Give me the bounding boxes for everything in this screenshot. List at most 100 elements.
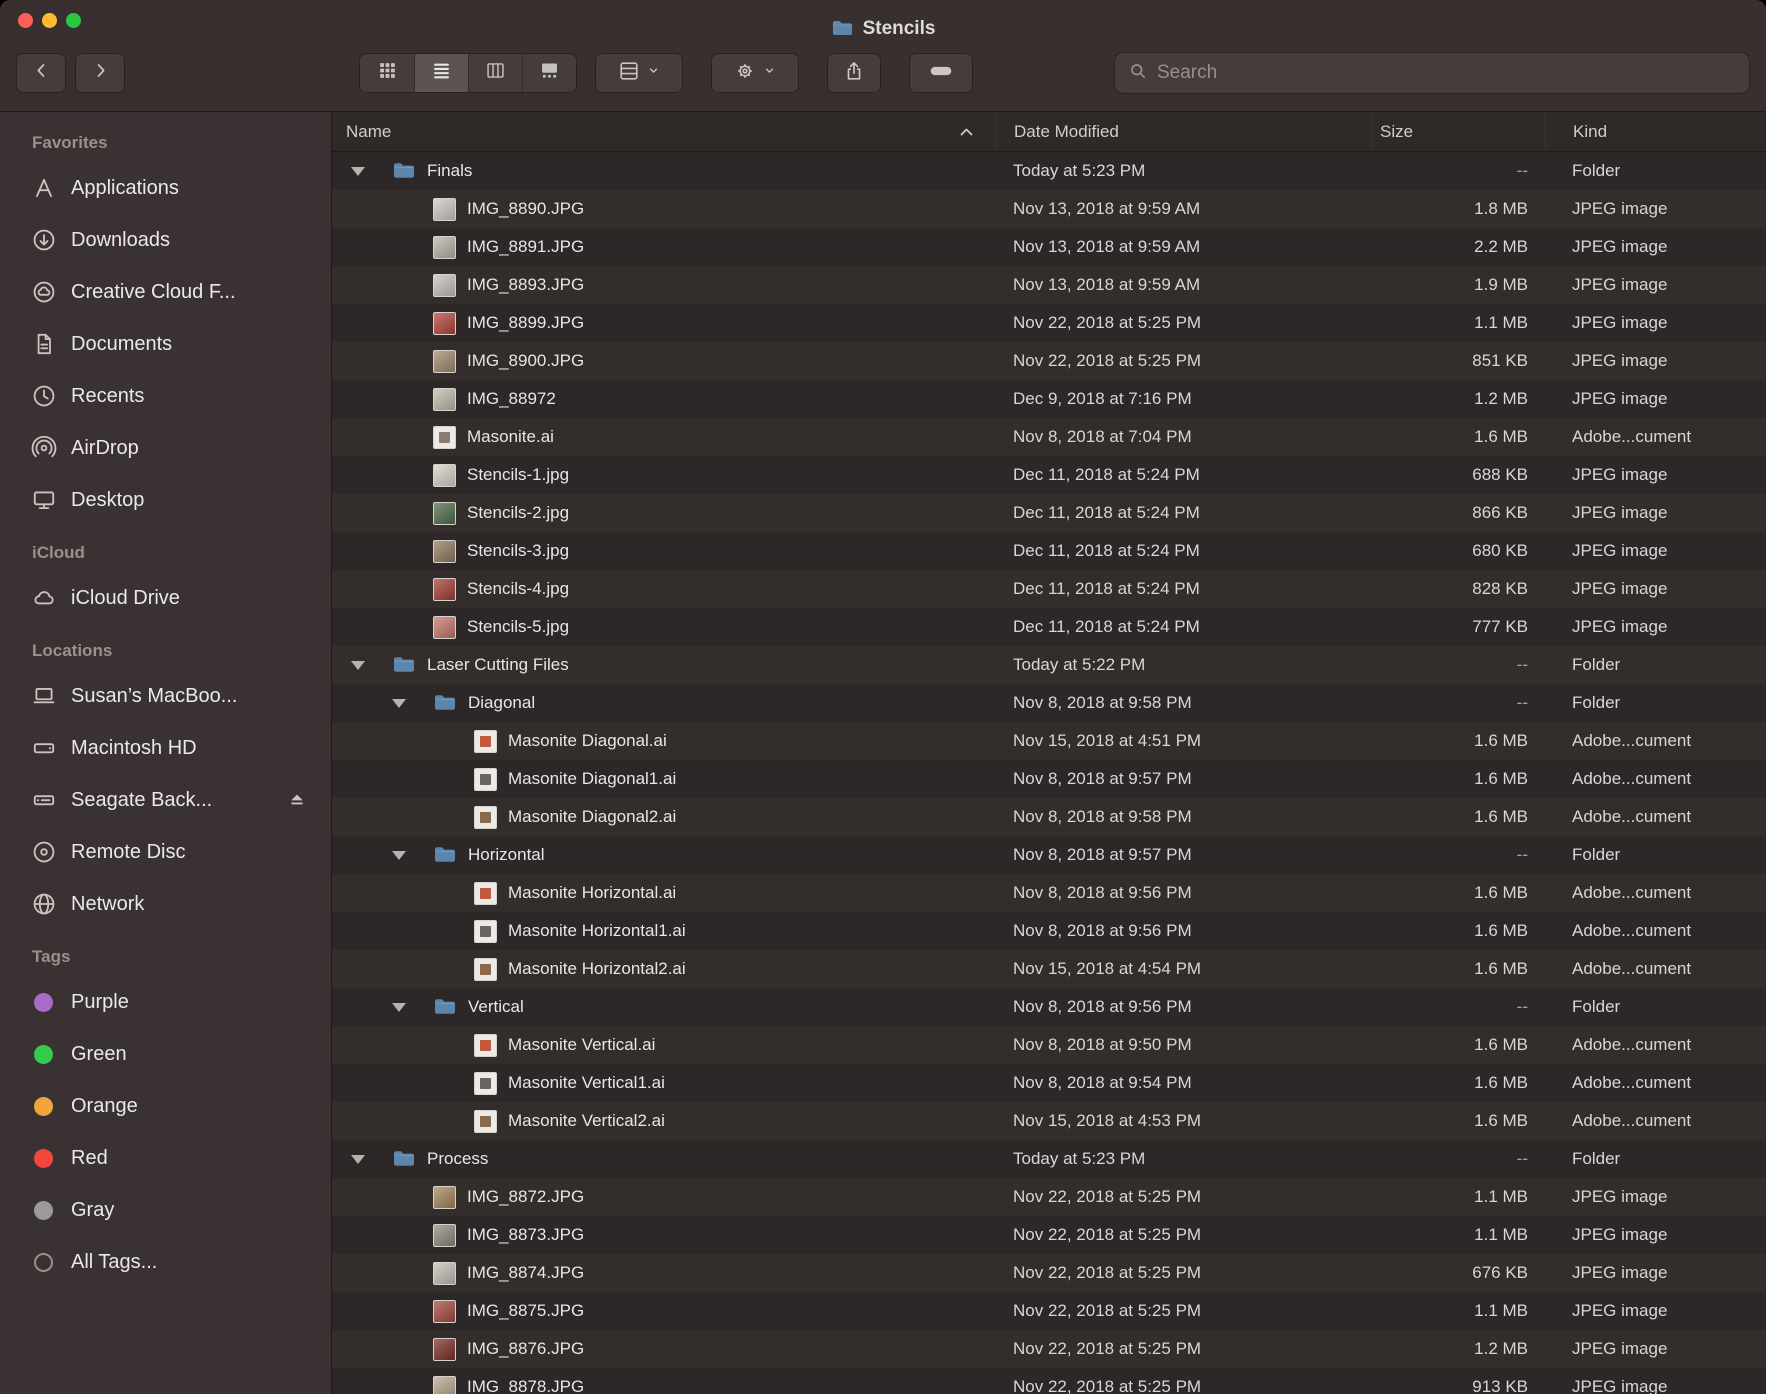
file-row[interactable]: IMG_8872.JPG Nov 22, 2018 at 5:25 PM 1.1 M… <box>332 1178 1766 1216</box>
minimize-button[interactable] <box>42 13 57 28</box>
file-row[interactable]: IMG_8900.JPG Nov 22, 2018 at 5:25 PM 851 K… <box>332 342 1766 380</box>
name-cell: Process <box>332 1147 995 1171</box>
sidebar-item-green[interactable]: Green <box>0 1028 331 1080</box>
file-row[interactable]: IMG_88972 Dec 9, 2018 at 7:16 PM 1.2 MB JPE… <box>332 380 1766 418</box>
sidebar-item-macintosh-hd[interactable]: Macintosh HD <box>0 722 331 774</box>
sidebar-item-airdrop[interactable]: AirDrop <box>0 422 331 474</box>
file-row[interactable]: Masonite Diagonal1.ai Nov 8, 2018 at 9:57… <box>332 760 1766 798</box>
file-row[interactable]: IMG_8874.JPG Nov 22, 2018 at 5:25 PM 676 K… <box>332 1254 1766 1292</box>
file-kind: JPEG image <box>1572 503 1668 522</box>
name-cell: Masonite Vertical1.ai <box>332 1071 995 1095</box>
file-size: 1.9 MB <box>1474 275 1528 294</box>
file-row[interactable]: Masonite Vertical2.ai Nov 15, 2018 at 4:5… <box>332 1102 1766 1140</box>
back-button[interactable] <box>16 53 66 93</box>
action-menu-button[interactable] <box>711 53 799 93</box>
sidebar-item-creative-cloud-f[interactable]: Creative Cloud F... <box>0 266 331 318</box>
column-header-name[interactable]: Name <box>332 112 995 151</box>
close-button[interactable] <box>18 13 33 28</box>
file-row[interactable]: Stencils-1.jpg Dec 11, 2018 at 5:24 PM 688… <box>332 456 1766 494</box>
tag-icon <box>30 1041 57 1068</box>
column-header-date-modified[interactable]: Date Modified <box>995 112 1371 151</box>
sidebar-item-remote-disc[interactable]: Remote Disc <box>0 826 331 878</box>
file-row[interactable]: Stencils-5.jpg Dec 11, 2018 at 5:24 PM 777… <box>332 608 1766 646</box>
remote-disc-icon <box>30 839 57 866</box>
share-button[interactable] <box>827 53 881 93</box>
file-row[interactable]: IMG_8875.JPG Nov 22, 2018 at 5:25 PM 1.1 M… <box>332 1292 1766 1330</box>
sidebar-item-applications[interactable]: Applications <box>0 162 331 214</box>
name-cell: IMG_8873.JPG <box>332 1223 995 1247</box>
sidebar-item-gray[interactable]: Gray <box>0 1184 331 1236</box>
sidebar-item-susan-s-macboo[interactable]: Susan’s MacBoo... <box>0 670 331 722</box>
file-row[interactable]: IMG_8873.JPG Nov 22, 2018 at 5:25 PM 1.1 M… <box>332 1216 1766 1254</box>
file-row[interactable]: Masonite Diagonal.ai Nov 15, 2018 at 4:51… <box>332 722 1766 760</box>
file-row[interactable]: Stencils-3.jpg Dec 11, 2018 at 5:24 PM 680… <box>332 532 1766 570</box>
name-cell: Diagonal <box>332 691 995 715</box>
file-row[interactable]: Masonite Diagonal2.ai Nov 8, 2018 at 9:58… <box>332 798 1766 836</box>
disclosure-triangle[interactable] <box>391 851 407 860</box>
sidebar-item-desktop[interactable]: Desktop <box>0 474 331 526</box>
file-row[interactable]: IMG_8891.JPG Nov 13, 2018 at 9:59 AM 2.2 M… <box>332 228 1766 266</box>
name-cell: IMG_8876.JPG <box>332 1337 995 1361</box>
file-row[interactable]: IMG_8890.JPG Nov 13, 2018 at 9:59 AM 1.8 M… <box>332 190 1766 228</box>
file-kind: Adobe...cument <box>1572 1035 1692 1054</box>
file-kind: Folder <box>1572 997 1621 1016</box>
disclosure-triangle[interactable] <box>391 1003 407 1012</box>
search-input[interactable] <box>1157 62 1736 84</box>
file-row-folder[interactable]: Finals Today at 5:23 PM -- Folder <box>332 152 1766 190</box>
column-header-size[interactable]: Size <box>1371 112 1545 151</box>
disclosure-triangle[interactable] <box>350 167 366 176</box>
file-name: Diagonal <box>468 693 536 712</box>
sidebar-item-purple[interactable]: Purple <box>0 976 331 1028</box>
eject-icon[interactable] <box>287 790 307 810</box>
icon-view-button[interactable] <box>360 54 414 92</box>
search-field[interactable] <box>1114 52 1750 94</box>
sidebar-item-icloud-drive[interactable]: iCloud Drive <box>0 572 331 624</box>
file-row-folder[interactable]: Diagonal Nov 8, 2018 at 9:58 PM -- Folder <box>332 684 1766 722</box>
file-row[interactable]: IMG_8878.JPG Nov 22, 2018 at 5:25 PM 913 K… <box>332 1368 1766 1394</box>
sidebar-item-orange[interactable]: Orange <box>0 1080 331 1132</box>
file-row[interactable]: Masonite Horizontal.ai Nov 8, 2018 at 9:5… <box>332 874 1766 912</box>
file-row[interactable]: IMG_8899.JPG Nov 22, 2018 at 5:25 PM 1.1 M… <box>332 304 1766 342</box>
gallery-view-button[interactable] <box>522 54 576 92</box>
disclosure-triangle[interactable] <box>350 1155 366 1164</box>
gear-icon <box>734 60 756 87</box>
date-modified: Nov 22, 2018 at 5:25 PM <box>1013 1225 1202 1244</box>
column-header-name-label: Name <box>346 121 392 141</box>
sidebar-item-seagate-back[interactable]: Seagate Back... <box>0 774 331 826</box>
file-row[interactable]: Masonite Horizontal2.ai Nov 15, 2018 at 4… <box>332 950 1766 988</box>
file-size: 1.6 MB <box>1474 959 1528 978</box>
group-by-button[interactable] <box>595 53 683 93</box>
sidebar-item-network[interactable]: Network <box>0 878 331 930</box>
file-row[interactable]: Masonite Vertical1.ai Nov 8, 2018 at 9:54… <box>332 1064 1766 1102</box>
chevron-right-icon <box>91 61 110 85</box>
file-row-folder[interactable]: Vertical Nov 8, 2018 at 9:56 PM -- Folder <box>332 988 1766 1026</box>
sidebar-item-recents[interactable]: Recents <box>0 370 331 422</box>
sidebar-item-label: Macintosh HD <box>71 736 197 759</box>
edit-tags-button[interactable] <box>909 53 973 93</box>
file-row-folder[interactable]: Laser Cutting Files Today at 5:22 PM -- Fol… <box>332 646 1766 684</box>
file-row[interactable]: IMG_8893.JPG Nov 13, 2018 at 9:59 AM 1.9 M… <box>332 266 1766 304</box>
sidebar-item-red[interactable]: Red <box>0 1132 331 1184</box>
disclosure-triangle[interactable] <box>391 699 407 708</box>
sidebar-item-all-tags[interactable]: All Tags... <box>0 1236 331 1288</box>
file-row[interactable]: Masonite Vertical.ai Nov 8, 2018 at 9:50 … <box>332 1026 1766 1064</box>
sidebar-item-label: Gray <box>71 1198 115 1221</box>
zoom-button[interactable] <box>66 13 81 28</box>
file-row-folder[interactable]: Process Today at 5:23 PM -- Folder <box>332 1140 1766 1178</box>
file-row[interactable]: Stencils-2.jpg Dec 11, 2018 at 5:24 PM 866… <box>332 494 1766 532</box>
indent-spacer <box>332 1007 391 1008</box>
file-kind: JPEG image <box>1572 237 1668 256</box>
forward-button[interactable] <box>75 53 125 93</box>
column-view-button[interactable] <box>468 54 522 92</box>
file-row[interactable]: IMG_8876.JPG Nov 22, 2018 at 5:25 PM 1.2 M… <box>332 1330 1766 1368</box>
list-view-button[interactable] <box>414 54 468 92</box>
disclosure-triangle[interactable] <box>350 661 366 670</box>
column-header-kind[interactable]: Kind <box>1545 112 1766 151</box>
file-row[interactable]: Masonite.ai Nov 8, 2018 at 7:04 PM 1.6 MB A… <box>332 418 1766 456</box>
file-row[interactable]: Masonite Horizontal1.ai Nov 8, 2018 at 9:… <box>332 912 1766 950</box>
file-row-folder[interactable]: Horizontal Nov 8, 2018 at 9:57 PM -- Folder <box>332 836 1766 874</box>
sidebar-item-documents[interactable]: Documents <box>0 318 331 370</box>
indent-spacer <box>332 627 391 628</box>
sidebar-item-downloads[interactable]: Downloads <box>0 214 331 266</box>
file-row[interactable]: Stencils-4.jpg Dec 11, 2018 at 5:24 PM 828… <box>332 570 1766 608</box>
